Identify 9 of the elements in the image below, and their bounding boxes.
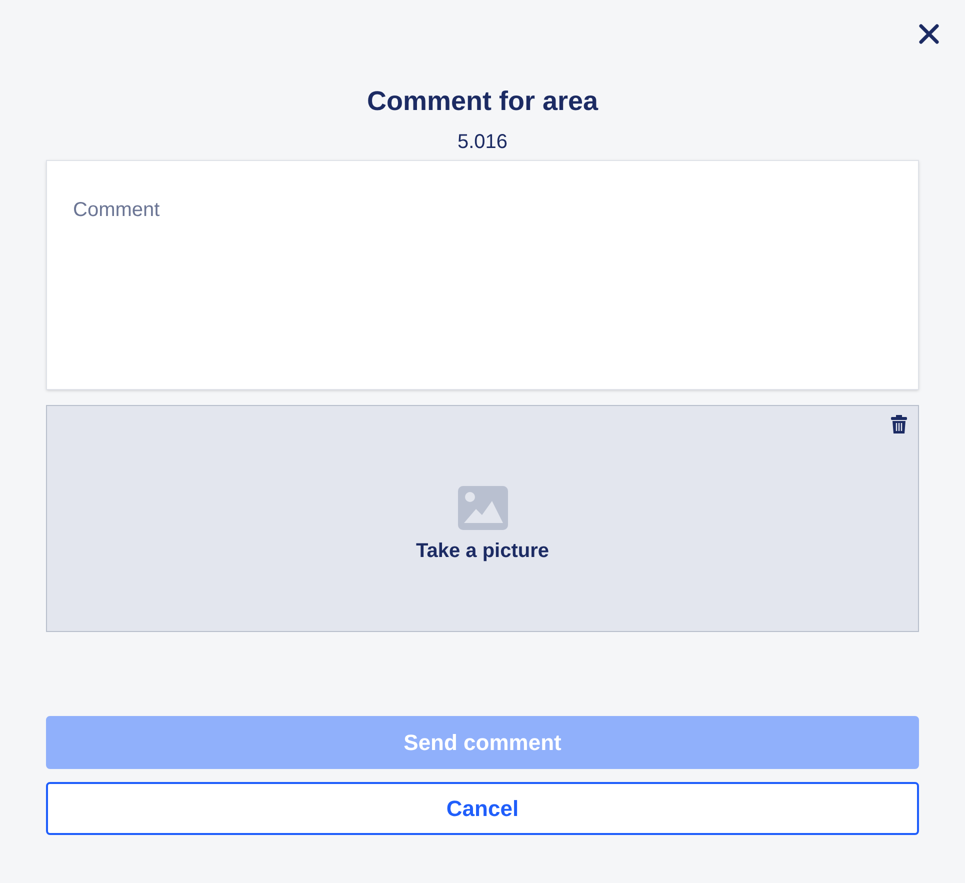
area-value: 5.016: [456, 130, 509, 154]
take-picture-label: Take a picture: [416, 538, 550, 564]
close-icon[interactable]: [917, 22, 941, 46]
dialog-title: Comment for area: [366, 85, 600, 118]
comment-field[interactable]: Comment: [46, 160, 919, 390]
photo-area[interactable]: Take a picture: [46, 405, 919, 632]
cancel-button[interactable]: Cancel: [46, 782, 919, 835]
image-icon: [458, 486, 508, 530]
trash-icon[interactable]: [891, 415, 907, 434]
